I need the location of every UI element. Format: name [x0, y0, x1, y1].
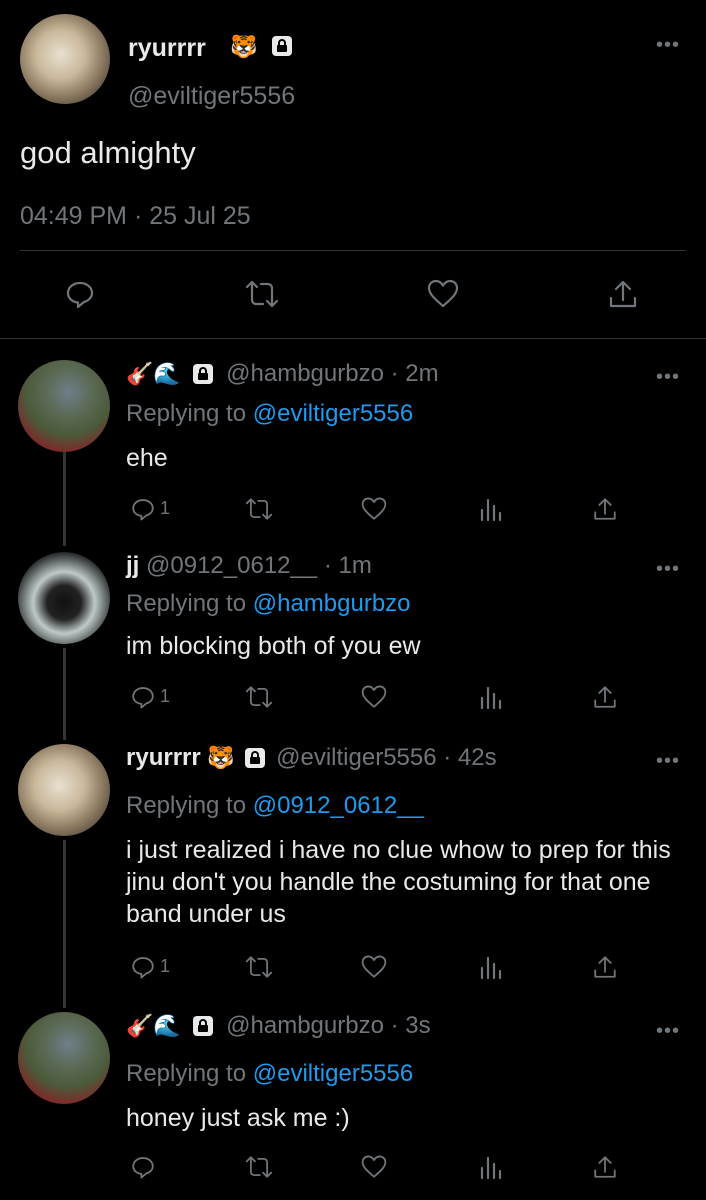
action-bar	[0, 272, 706, 320]
replying-prefix: Replying to	[126, 792, 247, 819]
reply-icon[interactable]	[130, 496, 156, 527]
avatar[interactable]	[18, 360, 110, 452]
share-icon[interactable]	[592, 684, 618, 715]
reply-text: im blocking both of you ew	[126, 632, 421, 660]
avatar[interactable]	[18, 552, 110, 644]
replying-prefix: Replying to	[126, 590, 247, 617]
replying-to-link[interactable]: @hambgurbzo	[253, 590, 411, 617]
heart-icon[interactable]	[360, 954, 388, 985]
user-handle[interactable]: @eviltiger5556	[276, 744, 436, 771]
divider	[20, 250, 686, 251]
lock-icon	[272, 36, 292, 56]
reply-header: 🎸🌊 @hambgurbzo · 2m	[126, 360, 439, 388]
share-icon[interactable]	[592, 954, 618, 985]
reply-tweet[interactable]: ryurrrr 🐯 @eviltiger5556 · 42s ••• Reply…	[0, 744, 706, 994]
name-emoji: 🐯	[230, 34, 258, 59]
reply-time: · 1m	[323, 552, 372, 579]
retweet-icon[interactable]	[244, 954, 274, 985]
share-icon[interactable]	[592, 1154, 618, 1185]
divider	[0, 338, 706, 339]
reply-count: 1	[160, 498, 171, 518]
display-name[interactable]: ryurrrr	[126, 744, 201, 771]
reply-tweet[interactable]: 🎸🌊 @hambgurbzo · 3s ••• Replying to @evi…	[0, 1012, 706, 1192]
reply-icon[interactable]	[64, 278, 96, 315]
tweet-timestamp: 04:49 PM · 25 Jul 25	[20, 202, 251, 230]
user-handle[interactable]: @eviltiger5556	[128, 82, 295, 111]
name-emoji: 🎸🌊	[126, 361, 181, 386]
retweet-icon[interactable]	[244, 1154, 274, 1185]
retweet-icon[interactable]	[244, 278, 280, 315]
action-bar: 1	[0, 684, 706, 714]
heart-icon[interactable]	[426, 278, 460, 315]
name-emoji: 🐯	[207, 745, 235, 770]
replying-to: Replying to @hambgurbzo	[126, 590, 411, 618]
tweet-text: god almighty	[20, 135, 196, 170]
lock-icon	[193, 1016, 214, 1036]
reply-header: 🎸🌊 @hambgurbzo · 3s	[126, 1012, 431, 1040]
action-bar	[0, 1154, 706, 1184]
lock-icon	[245, 748, 266, 768]
reply-count: 1	[160, 956, 171, 976]
reply-tweet[interactable]: 🎸🌊 @hambgurbzo · 2m ••• Replying to @evi…	[0, 360, 706, 530]
reply-text: honey just ask me :)	[126, 1104, 350, 1132]
lock-icon	[193, 364, 214, 384]
reply-header: ryurrrr 🐯 @eviltiger5556 · 42s	[126, 744, 497, 772]
replying-prefix: Replying to	[126, 400, 247, 427]
avatar[interactable]	[18, 1012, 110, 1104]
more-icon[interactable]: •••	[656, 751, 680, 771]
main-tweet: ryurrrr 🐯 @eviltiger5556 ••• god almight…	[0, 0, 706, 340]
more-icon[interactable]: •••	[656, 559, 680, 579]
reply-text: i just realized i have no clue whow to p…	[126, 836, 671, 928]
retweet-icon[interactable]	[244, 496, 274, 527]
views-icon[interactable]	[478, 954, 504, 985]
reply-time: · 3s	[390, 1012, 431, 1039]
action-bar: 1	[0, 496, 706, 526]
avatar[interactable]	[20, 14, 110, 104]
heart-icon[interactable]	[360, 1154, 388, 1185]
user-handle[interactable]: @hambgurbzo	[226, 360, 384, 387]
reply-text: ehe	[126, 444, 168, 472]
views-icon[interactable]	[478, 684, 504, 715]
replying-to-link[interactable]: @eviltiger5556	[253, 1060, 413, 1087]
action-bar: 1	[0, 954, 706, 984]
views-icon[interactable]	[478, 1154, 504, 1185]
more-icon[interactable]: •••	[656, 35, 680, 55]
user-handle[interactable]: @0912_0612__	[146, 552, 317, 579]
reply-icon[interactable]	[130, 684, 156, 715]
heart-icon[interactable]	[360, 684, 388, 715]
share-icon[interactable]	[608, 278, 638, 315]
reply-tweet[interactable]: jj @0912_0612__ · 1m ••• Replying to @ha…	[0, 552, 706, 722]
name-emoji: 🎸🌊	[126, 1013, 181, 1038]
replying-prefix: Replying to	[126, 1060, 247, 1087]
replying-to-link[interactable]: @eviltiger5556	[253, 400, 413, 427]
replying-to: Replying to @eviltiger5556	[126, 1060, 413, 1088]
share-icon[interactable]	[592, 496, 618, 527]
views-icon[interactable]	[478, 496, 504, 527]
more-icon[interactable]: •••	[656, 367, 680, 387]
more-icon[interactable]: •••	[656, 1021, 680, 1041]
reply-icon[interactable]	[130, 954, 156, 985]
replying-to: Replying to @0912_0612__	[126, 792, 424, 820]
avatar[interactable]	[18, 744, 110, 836]
user-handle[interactable]: @hambgurbzo	[226, 1012, 384, 1039]
reply-header: jj @0912_0612__ · 1m	[126, 552, 372, 580]
replying-to: Replying to @eviltiger5556	[126, 400, 413, 428]
reply-time: · 2m	[390, 360, 439, 387]
retweet-icon[interactable]	[244, 684, 274, 715]
reply-time: · 42s	[443, 744, 497, 771]
heart-icon[interactable]	[360, 496, 388, 527]
reply-icon[interactable]	[130, 1154, 156, 1185]
reply-count: 1	[160, 686, 171, 706]
display-name[interactable]: jj	[126, 552, 139, 579]
display-name[interactable]: ryurrrr	[128, 34, 206, 63]
replying-to-link[interactable]: @0912_0612__	[253, 792, 424, 819]
